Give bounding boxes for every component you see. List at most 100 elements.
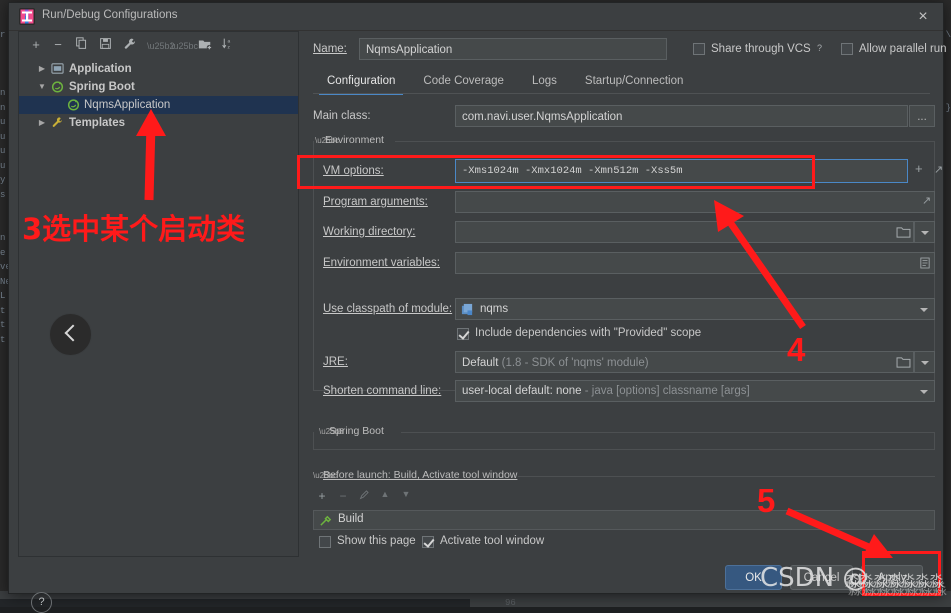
ok-button[interactable]: OK	[725, 565, 782, 590]
environment-variables-browse-icon[interactable]	[920, 256, 930, 274]
chevron-right-icon[interactable]: ▶	[37, 114, 47, 132]
shorten-command-line-label: Shorten command line:	[323, 385, 442, 397]
tree-label-application: Application	[69, 63, 132, 75]
main-class-label: Main class:	[313, 110, 371, 122]
share-vcs-checkbox[interactable]	[693, 43, 705, 55]
configurations-tree: ▶ Application ▼ Spring Boot NqmsApplicat…	[19, 60, 298, 556]
dialog-title-bar: Run/Debug Configurations ×	[9, 3, 943, 31]
allow-parallel-checkbox[interactable]	[841, 43, 853, 55]
sort-configurations-button[interactable]: az	[219, 37, 235, 53]
classpath-module-dropdown[interactable]: nqms	[455, 298, 935, 320]
remove-configuration-button[interactable]: −	[50, 37, 66, 53]
main-class-input[interactable]: com.navi.user.NqmsApplication	[455, 105, 908, 127]
move-into-folder-button[interactable]	[197, 37, 213, 53]
chevron-down-icon[interactable]: ▼	[37, 78, 47, 96]
wrench-icon	[51, 116, 65, 130]
jre-input[interactable]: Default (1.8 - SDK of 'nqms' module)	[455, 351, 914, 373]
program-arguments-expand-button[interactable]: ↗	[922, 194, 931, 207]
tree-node-application[interactable]: ▶ Application	[19, 60, 298, 78]
jre-label: JRE:	[323, 356, 348, 368]
vm-options-add-button[interactable]: +	[915, 161, 923, 176]
before-launch-section-divider	[518, 476, 935, 477]
vm-options-label: VM options:	[323, 165, 384, 177]
tab-logs[interactable]: Logs	[518, 69, 571, 93]
jre-value-hint: (1.8 - SDK of 'nqms' module)	[501, 357, 649, 369]
configuration-form: Name: NqmsApplication Share through VCS …	[305, 31, 947, 583]
working-directory-label: Working directory:	[323, 226, 416, 238]
run-debug-configurations-dialog: Run/Debug Configurations × + − \u25b2 \u…	[8, 2, 947, 613]
show-this-page-checkbox[interactable]	[319, 536, 331, 548]
before-launch-item-label: Build	[338, 513, 364, 525]
before-launch-up-button[interactable]: ▲	[378, 489, 392, 499]
application-icon	[51, 62, 65, 76]
name-input[interactable]: NqmsApplication	[359, 38, 667, 60]
vm-options-expand-button[interactable]: ↗	[934, 163, 943, 176]
program-arguments-input[interactable]	[455, 191, 935, 213]
vm-options-input[interactable]: -Xms1024m -Xmx1024m -Xmn512m -Xss5m	[455, 159, 908, 183]
tabs-underline	[313, 93, 930, 94]
move-down-button[interactable]: \u25bc	[171, 37, 198, 53]
tree-label-spring-boot: Spring Boot	[69, 81, 135, 93]
shorten-command-line-dropdown[interactable]: user-local default: none - java [options…	[455, 380, 935, 402]
module-icon	[461, 303, 474, 319]
share-vcs-help-icon[interactable]: ?	[813, 42, 826, 55]
before-launch-down-button[interactable]: ▼	[399, 489, 413, 499]
svg-text:z: z	[227, 45, 230, 50]
before-launch-item-build[interactable]: Build	[313, 510, 935, 530]
environment-variables-label: Environment variables:	[323, 257, 440, 269]
classpath-module-label: Use classpath of module:	[323, 303, 453, 315]
tree-node-nqmsapplication[interactable]: NqmsApplication	[19, 96, 298, 114]
classpath-module-value: nqms	[480, 303, 509, 315]
tab-configuration[interactable]: Configuration	[313, 69, 409, 95]
before-launch-edit-button[interactable]	[357, 489, 371, 503]
main-class-browse-button[interactable]: ...	[909, 105, 935, 127]
jre-dropdown[interactable]	[914, 351, 935, 373]
apply-button[interactable]: Apply	[861, 565, 923, 590]
save-configuration-button[interactable]	[97, 37, 113, 53]
spring-boot-group-box	[313, 432, 935, 450]
jre-value: Default	[462, 357, 499, 369]
chevron-down-icon	[921, 361, 929, 365]
tree-node-spring-boot[interactable]: ▼ Spring Boot	[19, 78, 298, 96]
spring-boot-icon	[67, 98, 81, 112]
name-label: Name:	[313, 43, 347, 55]
close-icon[interactable]: ×	[913, 7, 933, 27]
before-launch-add-button[interactable]: +	[315, 489, 329, 503]
cancel-button[interactable]: Cancel	[790, 565, 853, 590]
add-configuration-button[interactable]: +	[28, 37, 44, 53]
chevron-right-icon[interactable]: ▶	[37, 60, 47, 78]
wrench-icon[interactable]	[121, 37, 137, 53]
chevron-down-icon	[920, 308, 928, 312]
activate-tool-window-label: Activate tool window	[440, 535, 545, 547]
help-button[interactable]: ?	[31, 592, 52, 613]
activate-tool-window-checkbox[interactable]	[422, 536, 434, 548]
include-provided-checkbox[interactable]	[457, 328, 469, 340]
program-arguments-label: Program arguments:	[323, 196, 428, 208]
before-launch-section-label: Before launch: Build, Activate tool wind…	[323, 469, 518, 481]
svg-text:a: a	[227, 40, 230, 45]
shorten-command-line-hint: - java [options] classname [args]	[584, 385, 750, 397]
include-provided-label: Include dependencies with "Provided" sco…	[475, 327, 702, 339]
share-vcs-label: Share through VCS	[711, 43, 811, 55]
working-directory-dropdown[interactable]	[914, 221, 935, 243]
tree-node-templates[interactable]: ▶ Templates	[19, 114, 298, 132]
allow-parallel-label: Allow parallel run	[859, 43, 947, 55]
screen: r n n u u u u y s n e ve Ne L t t t \ } …	[0, 0, 951, 613]
before-launch-remove-button[interactable]: −	[336, 489, 350, 503]
working-directory-input[interactable]	[455, 221, 914, 243]
folder-icon[interactable]	[896, 355, 911, 373]
configuration-tabs: Configuration Code Coverage Logs Startup…	[313, 69, 697, 95]
tree-label-templates: Templates	[69, 117, 126, 129]
tab-code-coverage[interactable]: Code Coverage	[409, 69, 518, 93]
copy-configuration-button[interactable]	[73, 37, 89, 53]
environment-variables-input[interactable]	[455, 252, 935, 274]
before-launch-section-header[interactable]: \u25bcBefore launch: Build, Activate too…	[313, 469, 517, 481]
configurations-pane: + − \u25b2 \u25bc az ▶ Application ▼ Spr…	[18, 31, 299, 613]
folder-icon[interactable]	[896, 225, 911, 243]
move-up-button[interactable]: \u25b2	[147, 37, 175, 53]
build-hammer-icon	[319, 514, 332, 532]
collapse-pane-button[interactable]	[49, 313, 92, 356]
intellij-idea-icon	[19, 8, 35, 25]
configurations-toolbar: + − \u25b2 \u25bc az	[19, 32, 298, 60]
tab-startup-connection[interactable]: Startup/Connection	[571, 69, 697, 93]
